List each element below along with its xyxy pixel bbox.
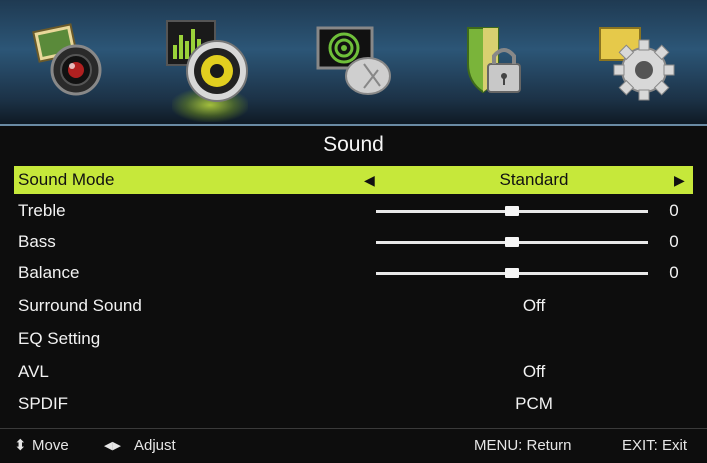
menu-item-balance[interactable]: Balance 0	[14, 259, 693, 287]
tab-setup[interactable]	[588, 12, 684, 108]
menu-item-eq-setting[interactable]: EQ Setting	[14, 325, 693, 353]
left-right-arrows-icon: ◀▶	[104, 440, 121, 452]
footer-move-hint: Move	[32, 437, 69, 454]
footer-exit-hint: EXIT: Exit	[622, 437, 688, 454]
footer-menu-hint: MENU: Return	[474, 437, 572, 454]
balance-slider-knob[interactable]	[505, 268, 519, 278]
menu-item-spdif[interactable]: SPDIF PCM	[14, 390, 693, 418]
menu-item-avl[interactable]: AVL Off	[14, 358, 693, 386]
spdif-label: SPDIF	[18, 394, 69, 413]
balance-slider[interactable]	[376, 268, 648, 278]
bass-value: 0	[669, 232, 679, 251]
surround-label: Surround Sound	[18, 296, 142, 315]
tab-channel[interactable]	[308, 12, 404, 108]
treble-slider-knob[interactable]	[505, 206, 519, 216]
menu-item-bass[interactable]: Bass 0	[14, 228, 693, 256]
menu-item-treble[interactable]: Treble 0	[14, 197, 693, 225]
sound-mode-value: Standard	[499, 170, 569, 189]
tab-lock[interactable]	[446, 12, 542, 108]
bass-slider-knob[interactable]	[505, 237, 519, 247]
footer-adjust-hint: Adjust	[134, 437, 176, 454]
menu-icon-bar	[0, 0, 707, 126]
arrow-right-icon[interactable]: ▶	[674, 166, 685, 194]
tab-sound[interactable]	[162, 12, 258, 122]
speaker-equalizer-icon	[166, 20, 248, 102]
avl-value: Off	[522, 362, 546, 381]
bass-slider[interactable]	[376, 237, 648, 247]
gear-icon	[599, 27, 675, 101]
eq-label: EQ Setting	[18, 329, 101, 348]
spdif-value: PCM	[515, 394, 553, 413]
treble-label: Treble	[18, 201, 66, 220]
treble-value: 0	[669, 201, 679, 220]
avl-label: AVL	[18, 362, 49, 381]
shield-padlock-icon	[467, 27, 521, 94]
sound-mode-label: Sound Mode	[18, 170, 115, 189]
treble-slider[interactable]	[376, 206, 648, 216]
tab-picture[interactable]	[22, 12, 118, 108]
menu-item-sound-mode[interactable]: Sound Mode ◀ Standard ▶	[14, 166, 693, 194]
bass-label: Bass	[18, 232, 56, 251]
surround-value: Off	[522, 296, 546, 315]
page-title: Sound	[323, 133, 384, 156]
arrow-left-icon[interactable]: ◀	[364, 166, 375, 194]
satellite-dish-icon	[316, 26, 391, 95]
footer-hint-bar: ⬍ Move ◀▶ Adjust MENU: Return EXIT: Exit	[0, 428, 707, 463]
balance-label: Balance	[18, 263, 80, 282]
picture-camera-icon	[32, 23, 102, 96]
up-down-arrows-icon: ⬍	[14, 437, 27, 454]
menu-item-surround-sound[interactable]: Surround Sound Off	[14, 292, 693, 320]
tv-osd-screen: Sound Sound Mode ◀ Standard ▶ Treble 0 B…	[0, 0, 707, 462]
balance-value: 0	[669, 263, 679, 282]
